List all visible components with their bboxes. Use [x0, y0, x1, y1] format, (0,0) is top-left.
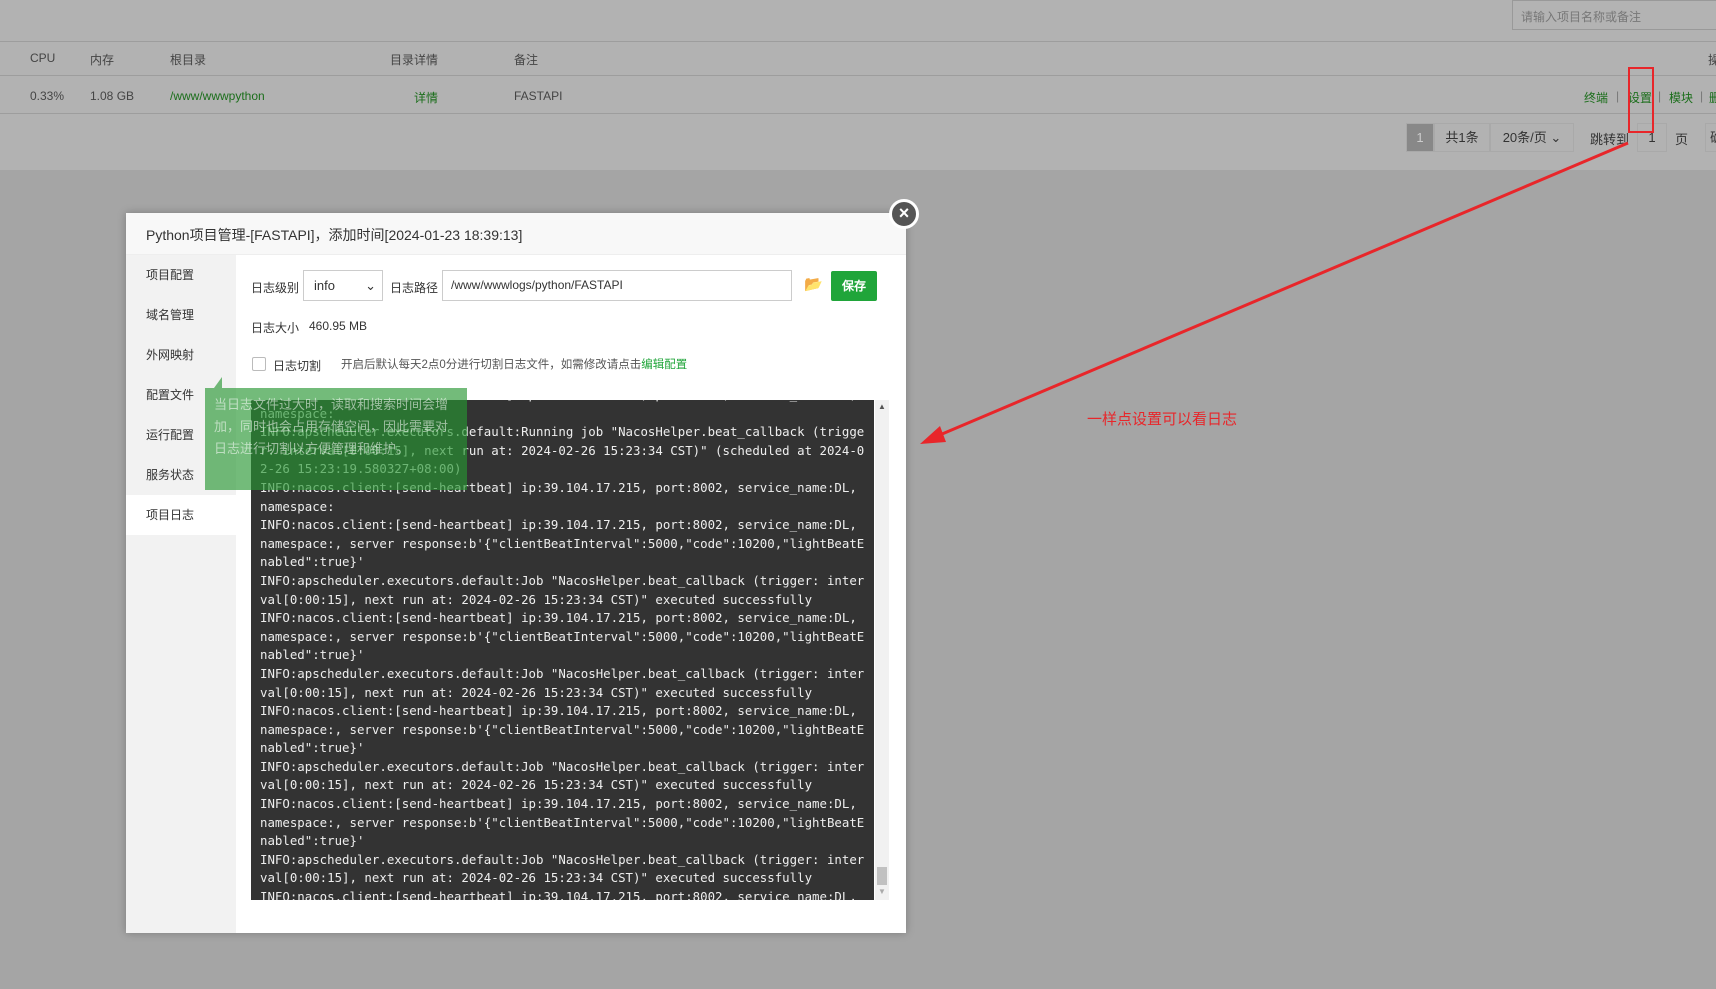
arrow-line [934, 141, 1629, 439]
arrow-head [920, 426, 946, 444]
annotation-text: 一样点设置可以看日志 [1087, 411, 1238, 428]
annotation-arrow [920, 141, 1629, 444]
